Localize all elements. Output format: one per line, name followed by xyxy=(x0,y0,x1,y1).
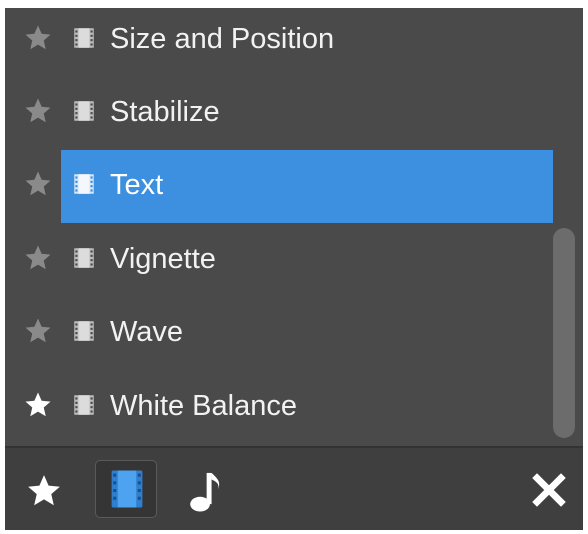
list-item-white-balance[interactable]: White Balance xyxy=(5,370,565,443)
favorite-star-icon[interactable] xyxy=(23,23,53,53)
film-strip-icon xyxy=(71,171,97,197)
list-item-size-and-position[interactable]: Size and Position xyxy=(5,8,565,76)
list-item-text[interactable]: Text xyxy=(5,149,565,223)
film-strip-icon xyxy=(71,98,97,124)
item-label: Vignette xyxy=(110,243,216,275)
scrollbar-thumb[interactable] xyxy=(553,228,575,438)
item-label: Stabilize xyxy=(110,96,220,128)
item-label: Size and Position xyxy=(110,23,335,55)
favorite-star-icon[interactable] xyxy=(23,96,53,126)
effects-panel: Size and Position Stabilize Text Vignett… xyxy=(5,8,583,530)
film-strip-icon xyxy=(71,318,97,344)
film-strip-icon xyxy=(71,25,97,51)
effects-list: Size and Position Stabilize Text Vignett… xyxy=(5,8,583,446)
bottom-toolbar xyxy=(5,446,583,530)
favorite-star-icon[interactable] xyxy=(23,169,53,199)
list-item-stabilize[interactable]: Stabilize xyxy=(5,76,565,149)
film-strip-icon xyxy=(108,469,146,509)
music-note-icon[interactable] xyxy=(185,468,225,514)
video-effects-button[interactable] xyxy=(95,460,157,518)
list-item-wave[interactable]: Wave xyxy=(5,296,565,369)
list-item-vignette[interactable]: Vignette xyxy=(5,223,565,296)
favorite-star-icon[interactable] xyxy=(23,316,53,346)
item-label: White Balance xyxy=(110,390,297,422)
close-icon[interactable] xyxy=(531,472,567,508)
item-label: Text xyxy=(110,169,164,201)
favorite-star-icon[interactable] xyxy=(23,390,53,420)
item-label: Wave xyxy=(110,316,184,348)
film-strip-icon xyxy=(71,245,97,271)
favorite-star-icon[interactable] xyxy=(23,243,53,273)
film-strip-icon xyxy=(71,392,97,418)
star-icon[interactable] xyxy=(25,472,63,510)
